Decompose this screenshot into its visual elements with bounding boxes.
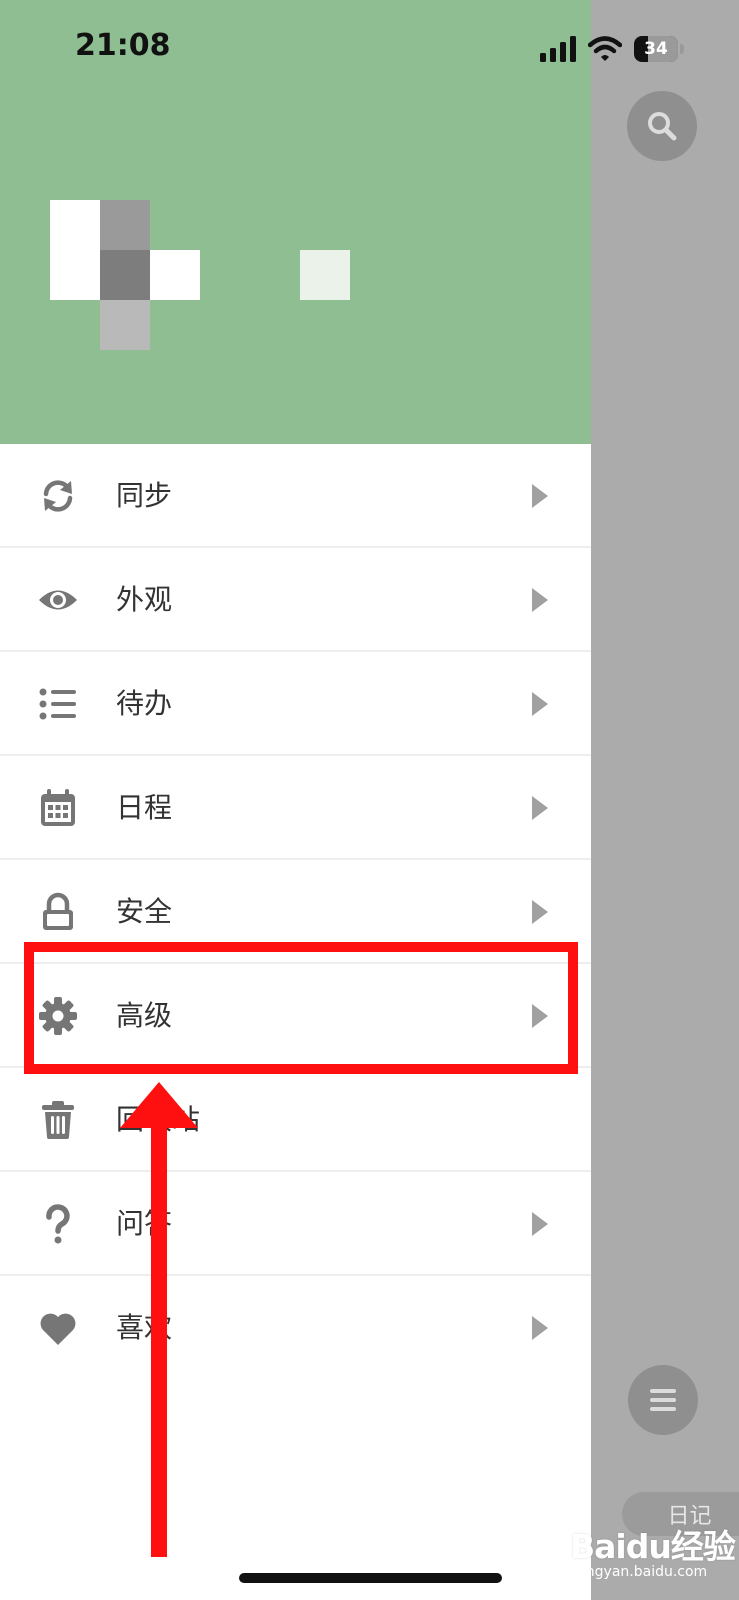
menu-item-todo[interactable]: 待办 <box>0 652 591 756</box>
home-indicator[interactable] <box>239 1573 502 1583</box>
search-button[interactable] <box>627 91 697 161</box>
question-icon <box>38 1204 78 1244</box>
chevron-right-icon <box>532 1212 548 1236</box>
sync-icon <box>38 476 78 516</box>
menu-item-label: 日程 <box>116 791 173 824</box>
status-icons: 34 <box>540 34 684 64</box>
calendar-icon <box>38 788 78 828</box>
chevron-right-icon <box>532 484 548 508</box>
chevron-right-icon <box>532 900 548 924</box>
trash-icon <box>38 1100 78 1140</box>
avatar[interactable] <box>50 200 350 350</box>
side-drawer: 同步 外观 待办 日程 安全 高级 问答 喜欢 <box>0 0 591 1600</box>
menu-item-label: 安全 <box>116 895 173 928</box>
watermark: Baidu经验 jingyan.baidu.com <box>560 1520 736 1582</box>
heart-icon <box>38 1308 78 1348</box>
chevron-right-icon <box>532 692 548 716</box>
menu-item-schedule[interactable]: 日程 <box>0 756 591 860</box>
chevron-right-icon <box>532 1316 548 1340</box>
menu-button[interactable] <box>628 1365 698 1435</box>
menu-item-recycle-bin[interactable]: 回收站 <box>0 1068 591 1172</box>
menu-item-appearance[interactable]: 外观 <box>0 548 591 652</box>
wifi-icon <box>588 36 622 61</box>
eye-icon <box>38 580 78 620</box>
cellular-signal-icon <box>540 36 576 62</box>
menu-item-label: 外观 <box>116 583 173 616</box>
list-icon <box>38 684 78 724</box>
chevron-right-icon <box>532 588 548 612</box>
battery-level: 34 <box>644 39 668 59</box>
menu-item-sync[interactable]: 同步 <box>0 444 591 548</box>
watermark-url: jingyan.baidu.com <box>578 1564 708 1580</box>
highlight-annotation-box <box>24 942 578 1074</box>
search-icon <box>648 112 677 141</box>
lock-icon <box>38 892 78 932</box>
hamburger-menu-icon <box>650 1389 676 1411</box>
menu-item-label: 同步 <box>116 479 173 512</box>
arrow-up-annotation <box>120 1082 198 1557</box>
status-bar: 21:08 34 <box>0 0 739 96</box>
watermark-brand: Baidu经验 <box>570 1527 736 1566</box>
menu-item-label: 待办 <box>116 687 173 720</box>
status-time: 21:08 <box>75 28 171 63</box>
settings-menu-list: 同步 外观 待办 日程 安全 高级 问答 喜欢 <box>0 444 591 1380</box>
menu-item-faq[interactable]: 问答 <box>0 1172 591 1276</box>
menu-item-like[interactable]: 喜欢 <box>0 1276 591 1380</box>
battery-indicator: 34 <box>634 36 684 62</box>
chevron-right-icon <box>532 796 548 820</box>
